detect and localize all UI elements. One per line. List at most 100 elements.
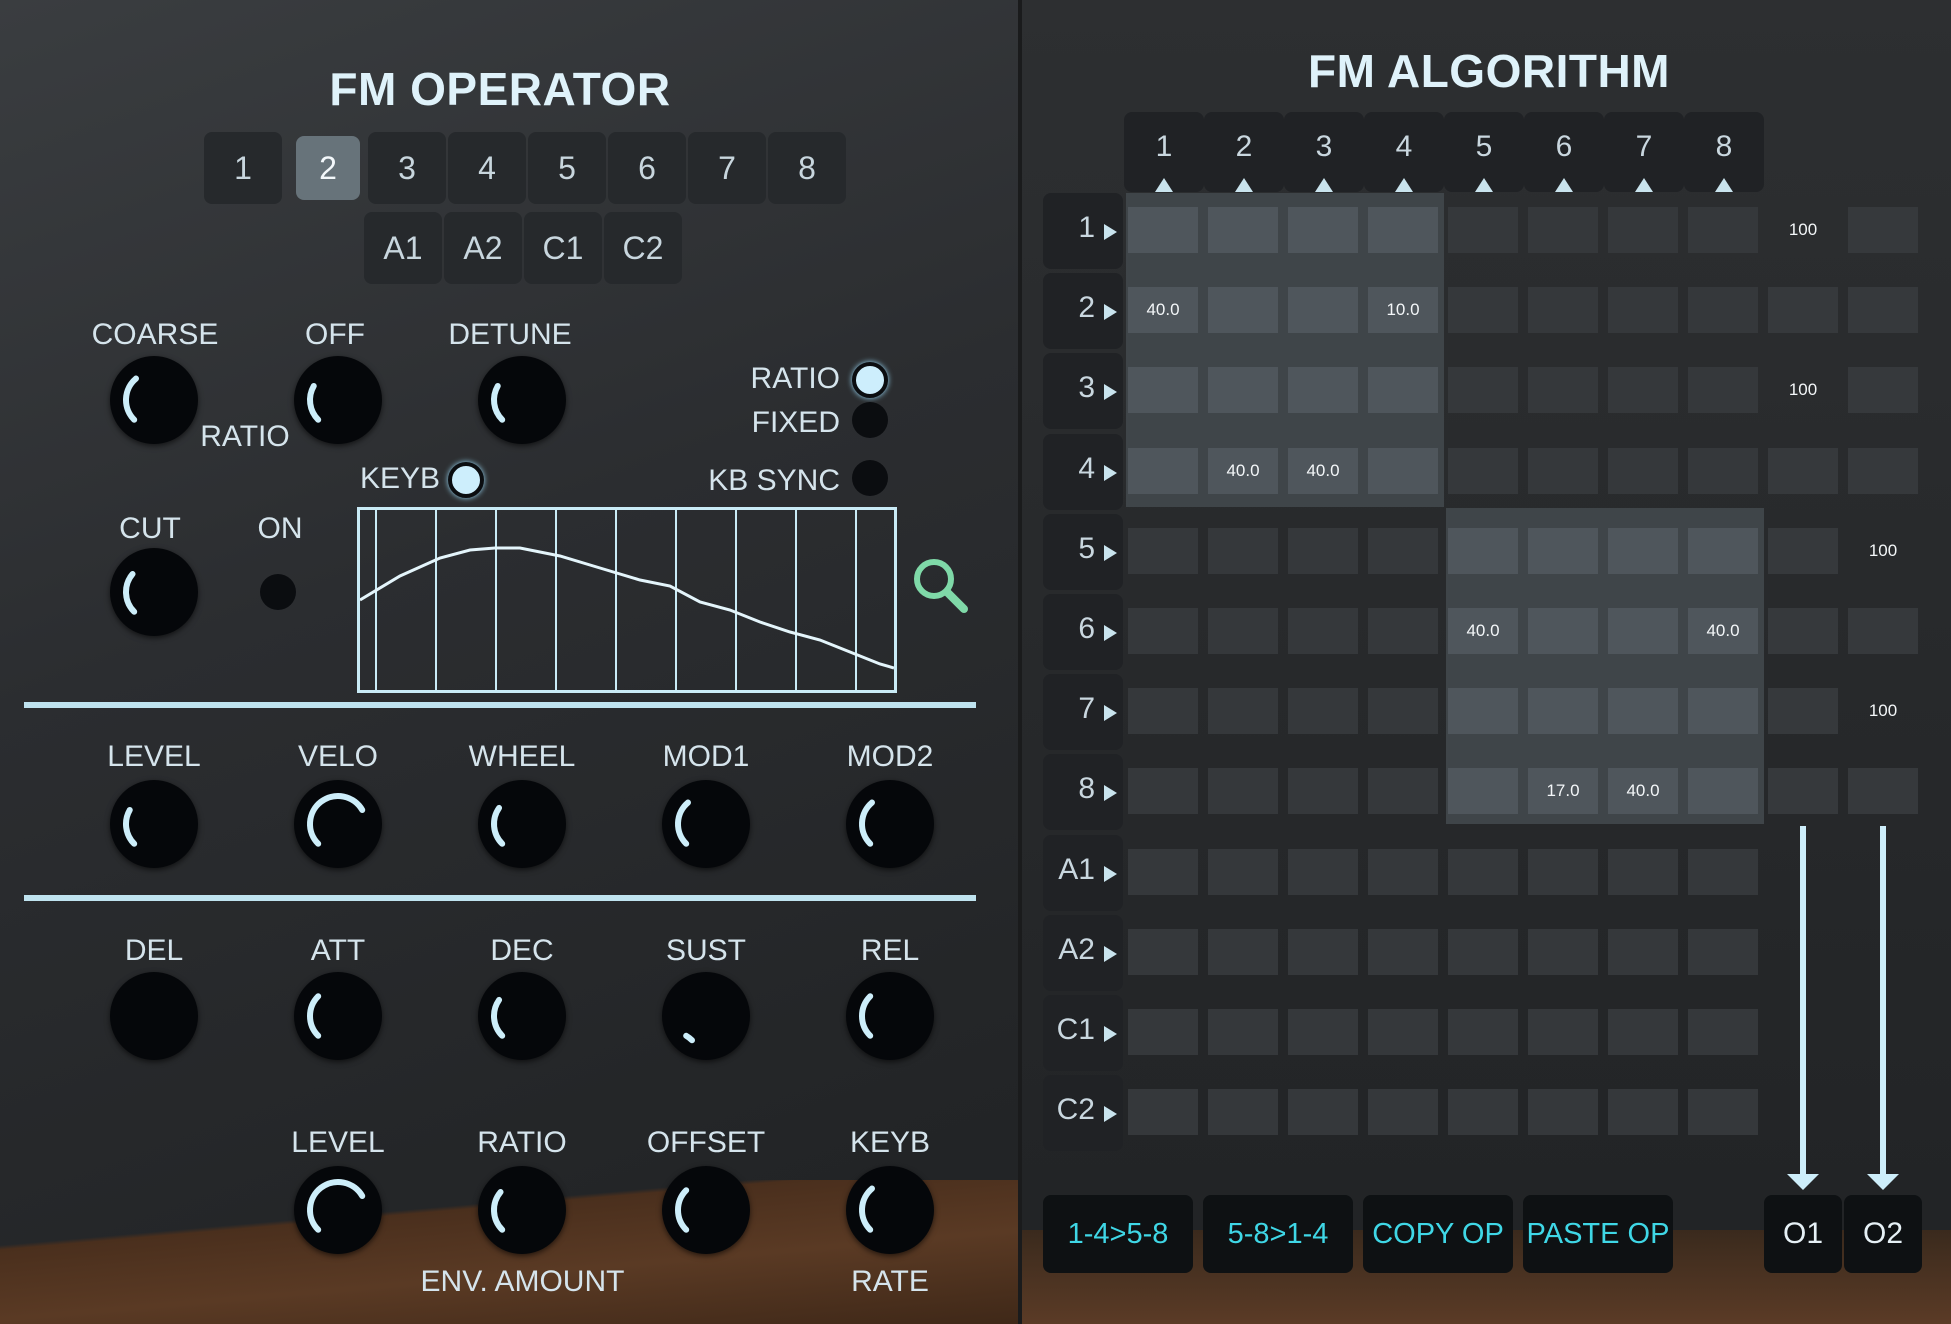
matrix-cell-c2-3[interactable] (1288, 1089, 1358, 1136)
matrix-cell-2-4[interactable]: 10.0 (1368, 287, 1438, 334)
env-rel-knob[interactable] (846, 972, 934, 1060)
out1-level-8[interactable] (1768, 768, 1838, 815)
mod-velo-knob[interactable] (294, 780, 382, 868)
matrix-cell-8-5[interactable] (1448, 768, 1518, 815)
row-header-7[interactable]: 7 (1043, 674, 1123, 751)
matrix-cell-4-3[interactable]: 40.0 (1288, 447, 1358, 494)
matrix-cell-c2-4[interactable] (1368, 1089, 1438, 1136)
matrix-cell-3-4[interactable] (1368, 367, 1438, 414)
operator-2-button[interactable]: 2 (296, 136, 360, 200)
mod-wheel-knob[interactable] (478, 780, 566, 868)
matrix-cell-8-1[interactable] (1128, 768, 1198, 815)
matrix-cell-8-3[interactable] (1288, 768, 1358, 815)
detune-knob[interactable] (478, 356, 566, 444)
matrix-cell-1-3[interactable] (1288, 207, 1358, 253)
matrix-cell-1-5[interactable] (1448, 207, 1518, 253)
matrix-cell-c1-1[interactable] (1128, 1009, 1198, 1055)
matrix-cell-a1-3[interactable] (1288, 848, 1358, 895)
matrix-cell-2-7[interactable] (1608, 287, 1678, 334)
matrix-cell-5-4[interactable] (1368, 527, 1438, 574)
out2-level-1[interactable] (1848, 207, 1918, 253)
matrix-cell-4-5[interactable] (1448, 447, 1518, 494)
operator-a1-button[interactable]: A1 (364, 212, 442, 284)
copy-op-button[interactable]: COPY OP (1363, 1195, 1513, 1273)
env-del-knob[interactable] (110, 972, 198, 1060)
matrix-cell-6-6[interactable] (1528, 608, 1598, 654)
coarse-knob[interactable] (110, 356, 198, 444)
matrix-cell-a1-1[interactable] (1128, 848, 1198, 895)
matrix-cell-a2-3[interactable] (1288, 928, 1358, 975)
matrix-cell-4-4[interactable] (1368, 447, 1438, 494)
col-header-6[interactable]: 6 (1524, 112, 1604, 192)
matrix-cell-7-2[interactable] (1208, 688, 1278, 735)
amount-offset-knob[interactable] (662, 1166, 750, 1254)
matrix-cell-a1-7[interactable] (1608, 848, 1678, 895)
matrix-cell-8-6[interactable]: 17.0 (1528, 768, 1598, 815)
matrix-cell-6-8[interactable]: 40.0 (1688, 608, 1758, 654)
env-att-knob[interactable] (294, 972, 382, 1060)
matrix-cell-7-1[interactable] (1128, 688, 1198, 735)
matrix-cell-1-7[interactable] (1608, 207, 1678, 253)
out1-level-3[interactable]: 100 (1768, 367, 1838, 413)
matrix-cell-c1-2[interactable] (1208, 1009, 1278, 1055)
out1-level-5[interactable] (1768, 527, 1838, 574)
matrix-cell-a1-5[interactable] (1448, 848, 1518, 895)
row-header-3[interactable]: 3 (1043, 353, 1123, 430)
matrix-cell-6-3[interactable] (1288, 608, 1358, 654)
matrix-cell-a2-4[interactable] (1368, 928, 1438, 975)
matrix-cell-c1-4[interactable] (1368, 1009, 1438, 1055)
matrix-cell-6-5[interactable]: 40.0 (1448, 608, 1518, 654)
matrix-cell-a1-6[interactable] (1528, 848, 1598, 895)
out1-level-7[interactable] (1768, 688, 1838, 735)
matrix-cell-4-6[interactable] (1528, 447, 1598, 494)
matrix-cell-1-8[interactable] (1688, 207, 1758, 253)
matrix-cell-6-4[interactable] (1368, 608, 1438, 654)
matrix-cell-7-5[interactable] (1448, 688, 1518, 735)
keyboard-scaling-graph[interactable] (357, 507, 897, 693)
matrix-cell-a1-2[interactable] (1208, 848, 1278, 895)
matrix-cell-c1-5[interactable] (1448, 1009, 1518, 1055)
col-header-2[interactable]: 2 (1204, 112, 1284, 192)
col-header-4[interactable]: 4 (1364, 112, 1444, 192)
matrix-cell-3-8[interactable] (1688, 367, 1758, 414)
matrix-cell-2-2[interactable] (1208, 287, 1278, 334)
matrix-cell-a2-2[interactable] (1208, 928, 1278, 975)
out1-level-1[interactable]: 100 (1768, 207, 1838, 253)
matrix-cell-3-5[interactable] (1448, 367, 1518, 414)
off-knob[interactable] (294, 356, 382, 444)
matrix-cell-a2-1[interactable] (1128, 928, 1198, 975)
operator-5-button[interactable]: 5 (528, 132, 606, 204)
matrix-cell-5-3[interactable] (1288, 527, 1358, 574)
matrix-cell-1-2[interactable] (1208, 207, 1278, 253)
matrix-cell-a2-5[interactable] (1448, 928, 1518, 975)
out1-level-6[interactable] (1768, 608, 1838, 654)
matrix-cell-1-1[interactable] (1128, 207, 1198, 253)
matrix-cell-c2-2[interactable] (1208, 1089, 1278, 1136)
matrix-cell-a2-6[interactable] (1528, 928, 1598, 975)
matrix-cell-a1-8[interactable] (1688, 848, 1758, 895)
operator-c2-button[interactable]: C2 (604, 212, 682, 284)
operator-8-button[interactable]: 8 (768, 132, 846, 204)
out2-level-2[interactable] (1848, 287, 1918, 334)
matrix-cell-7-6[interactable] (1528, 688, 1598, 735)
row-header-a1[interactable]: A1 (1043, 834, 1123, 911)
out1-level-2[interactable] (1768, 287, 1838, 334)
row-header-a2[interactable]: A2 (1043, 914, 1123, 991)
output-2-button[interactable]: O2 (1844, 1195, 1922, 1273)
env-sust-knob[interactable] (662, 972, 750, 1060)
matrix-cell-5-7[interactable] (1608, 527, 1678, 574)
matrix-cell-4-7[interactable] (1608, 447, 1678, 494)
matrix-cell-2-5[interactable] (1448, 287, 1518, 334)
matrix-cell-7-4[interactable] (1368, 688, 1438, 735)
col-header-1[interactable]: 1 (1124, 112, 1204, 192)
matrix-cell-7-7[interactable] (1608, 688, 1678, 735)
matrix-cell-4-2[interactable]: 40.0 (1208, 447, 1278, 494)
matrix-cell-2-8[interactable] (1688, 287, 1758, 334)
matrix-cell-a2-8[interactable] (1688, 928, 1758, 975)
matrix-cell-c2-7[interactable] (1608, 1089, 1678, 1136)
fixed-mode-led[interactable] (852, 402, 888, 438)
operator-7-button[interactable]: 7 (688, 132, 766, 204)
matrix-cell-c2-5[interactable] (1448, 1089, 1518, 1136)
copy-1-4-to-5-8-button[interactable]: 1-4>5-8 (1043, 1195, 1193, 1273)
matrix-cell-3-2[interactable] (1208, 367, 1278, 414)
